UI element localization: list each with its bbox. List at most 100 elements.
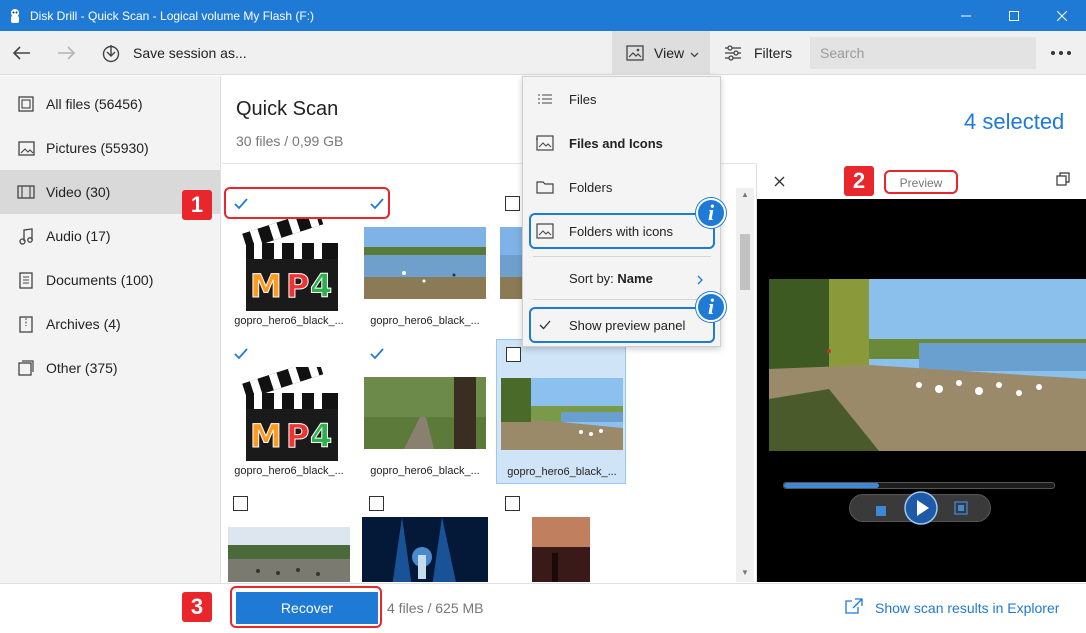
save-session-button[interactable]: Save session as... [133, 45, 247, 61]
video-player[interactable] [757, 199, 1086, 582]
external-link-icon [845, 598, 863, 617]
sidebar-item-documents[interactable]: Documents (100) [0, 258, 220, 302]
window-title: Disk Drill - Quick Scan - Logical volume… [30, 8, 315, 23]
save-session-icon[interactable] [99, 41, 123, 65]
scrollbar-thumb[interactable] [740, 234, 750, 290]
scroll-up-icon[interactable]: ▲ [739, 190, 751, 200]
sort-by-value: Name [617, 270, 653, 286]
file-name: gopro_hero6_black_... [234, 465, 344, 477]
chevron-down-icon [690, 45, 699, 61]
copy-icon[interactable] [1053, 169, 1073, 189]
file-name: gopro_hero6_black_... [370, 315, 480, 327]
selection-summary: 4 files / 625 MB [387, 600, 484, 616]
birds-field-thumbnail [228, 527, 350, 582]
file-tile[interactable] [224, 489, 354, 582]
toolbar: Save session as... View Filters [0, 31, 1086, 75]
file-name: gopro_hero6_black_... [370, 465, 480, 477]
info-icon: i [696, 198, 726, 228]
filters-button[interactable]: Filters [722, 31, 802, 75]
annotation-box-2 [884, 170, 958, 194]
sort-by-label: Sort by: Name [569, 270, 653, 286]
video-progress-bar[interactable] [783, 482, 1055, 489]
play-button[interactable] [904, 491, 938, 528]
annotation-badge-2: 2 [844, 166, 874, 196]
search-input[interactable] [810, 37, 1036, 69]
forward-arrow-icon[interactable] [54, 41, 78, 65]
file-tile[interactable]: M P 4 gopro_hero6_black_... [224, 339, 354, 484]
maximize-button[interactable] [990, 0, 1038, 31]
menu-item-sort-by[interactable]: Sort by: Name [523, 258, 720, 298]
sidebar-item-other[interactable]: Other (375) [0, 346, 220, 390]
view-button-label: View [654, 45, 685, 61]
menu-item-label: Files and Icons [569, 135, 663, 151]
more-options-icon[interactable] [1046, 41, 1076, 65]
sunset-thumbnail [532, 517, 590, 582]
file-checkbox[interactable] [505, 196, 520, 211]
sidebar-item-audio[interactable]: Audio (17) [0, 214, 220, 258]
file-checkbox[interactable] [233, 496, 248, 511]
back-arrow-icon[interactable] [10, 41, 34, 65]
menu-item-files[interactable]: Files [523, 79, 720, 119]
video-progress-fill [784, 483, 879, 488]
scan-summary: 30 files / 0,99 GB [236, 133, 344, 149]
view-icon [626, 44, 644, 65]
sidebar-item-label: Other (375) [46, 360, 118, 376]
annotation-badge-3: 3 [182, 592, 212, 622]
svg-text:P: P [286, 267, 309, 305]
sidebar-item-all-files[interactable]: All files (56456) [0, 82, 220, 126]
view-button[interactable]: View [612, 31, 710, 75]
park-path-thumbnail [501, 378, 623, 450]
archive-icon [16, 314, 36, 334]
sidebar-item-label: Video (30) [46, 184, 111, 200]
fullscreen-button[interactable] [954, 501, 968, 518]
show-in-explorer-link[interactable]: Show scan results in Explorer [845, 598, 1059, 617]
close-preview-icon[interactable] [769, 171, 789, 191]
file-tile[interactable] [496, 489, 626, 582]
grid-scrollbar[interactable]: ▲ ▼ [736, 188, 754, 582]
file-tile[interactable]: gopro_hero6_black_... [496, 339, 626, 484]
document-icon [16, 270, 36, 290]
sidebar-item-label: All files (56456) [46, 96, 143, 112]
sidebar-item-archives[interactable]: Archives (4) [0, 302, 220, 346]
minimize-button[interactable] [942, 0, 990, 31]
file-checkbox[interactable] [369, 346, 384, 361]
explorer-link-label: Show scan results in Explorer [875, 599, 1060, 616]
bottom-bar: Recover 4 files / 625 MB Show scan resul… [0, 583, 1086, 633]
title-bar: Disk Drill - Quick Scan - Logical volume… [0, 0, 1086, 31]
file-name: gopro_hero6_black_... [234, 315, 344, 327]
sidebar-item-label: Audio (17) [46, 228, 111, 244]
sidebar-item-label: Documents (100) [46, 272, 154, 288]
file-tile[interactable]: gopro_hero6_black_... [360, 339, 490, 484]
mp4-logo-thumbnail: M P 4 [238, 367, 344, 463]
highlight-show-preview-panel [529, 307, 715, 343]
disk-drill-app-icon [8, 8, 22, 24]
svg-text:P: P [286, 417, 309, 455]
file-checkbox[interactable] [505, 496, 520, 511]
sidebar: All files (56456) Pictures (55930) Video… [0, 76, 221, 583]
view-dropdown-menu: Files Files and Icons Folders Folders wi… [522, 76, 721, 347]
scroll-down-icon[interactable]: ▼ [739, 568, 751, 578]
menu-item-files-and-icons[interactable]: Files and Icons [523, 123, 720, 163]
park-tree-thumbnail [364, 377, 486, 449]
annotation-box-3 [230, 586, 382, 628]
menu-item-folders[interactable]: Folders [523, 167, 720, 207]
annotation-badge-1: 1 [182, 190, 212, 220]
close-window-button[interactable] [1038, 0, 1086, 31]
annotation-box-1 [224, 187, 390, 219]
filters-button-label: Filters [754, 45, 793, 61]
video-frame [769, 279, 1086, 451]
menu-divider [533, 256, 711, 257]
menu-divider [533, 299, 711, 300]
file-checkbox[interactable] [506, 347, 521, 362]
svg-text:4: 4 [310, 267, 332, 305]
stop-button[interactable] [876, 503, 886, 519]
svg-text:M: M [250, 267, 282, 305]
sidebar-item-pictures[interactable]: Pictures (55930) [0, 126, 220, 170]
folder-icon [535, 177, 555, 197]
chevron-right-icon [697, 272, 703, 288]
file-checkbox[interactable] [369, 496, 384, 511]
concert-thumbnail [362, 517, 488, 582]
file-tile[interactable] [360, 489, 490, 582]
file-checkbox[interactable] [233, 346, 248, 361]
menu-item-label: Files [569, 91, 597, 107]
